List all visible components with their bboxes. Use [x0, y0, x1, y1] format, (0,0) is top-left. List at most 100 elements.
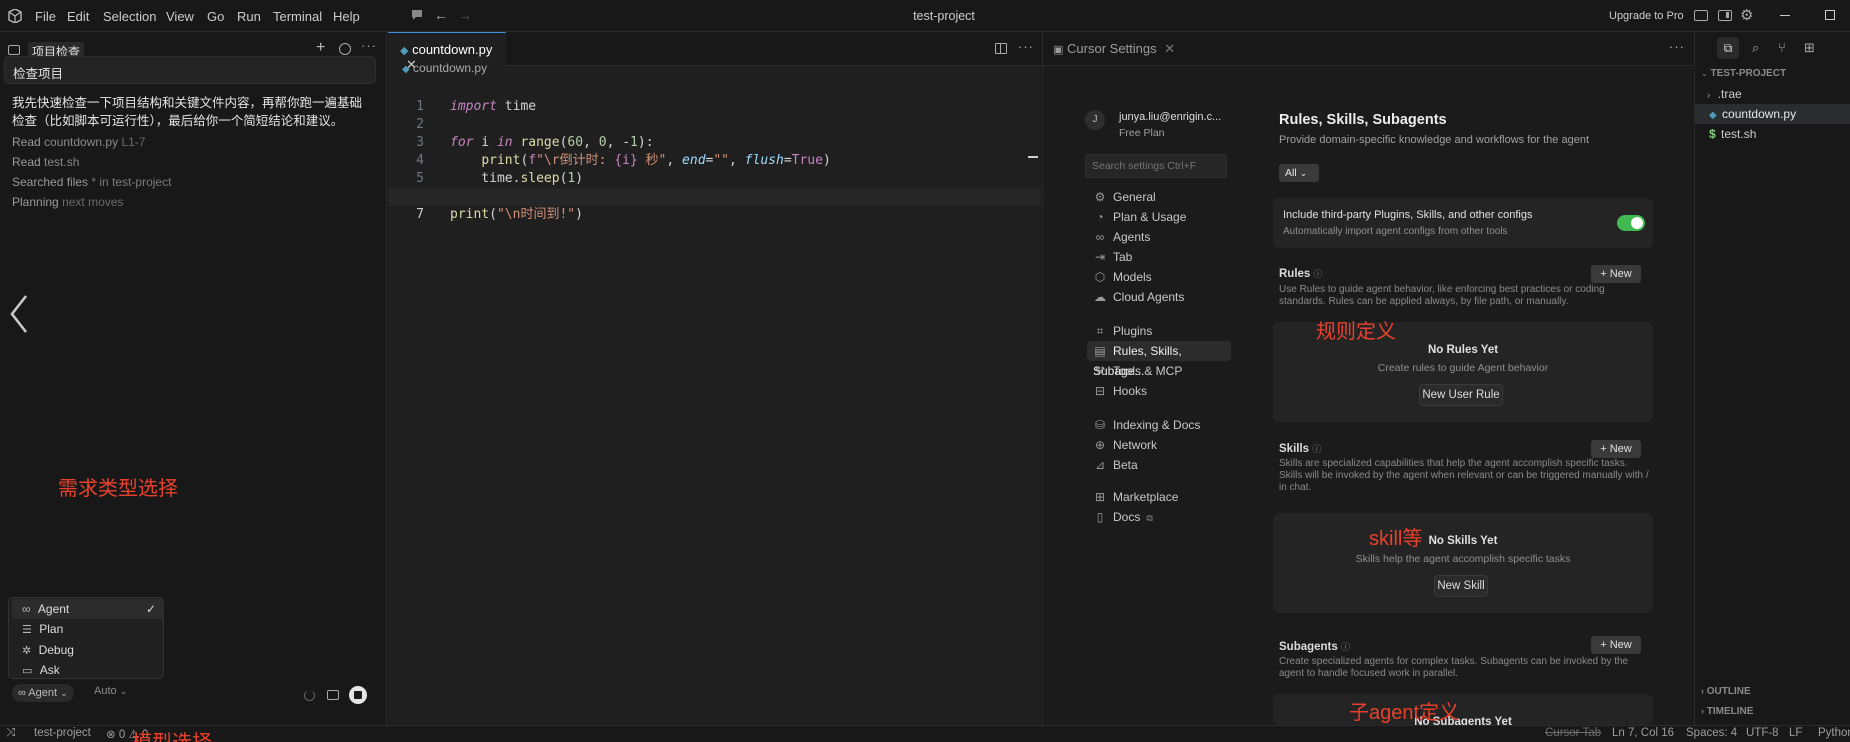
- code-editor: ◆ countdown.py ✕ ··· ◆ countdown.py 1 imp…: [388, 32, 1041, 725]
- chevron-down-icon: ⌄: [1299, 168, 1308, 178]
- more-options-icon[interactable]: ···: [1669, 39, 1685, 54]
- user-plan: Free Plan: [1119, 127, 1165, 139]
- mode-option-debug[interactable]: ✲ Debug: [12, 640, 164, 660]
- python-file-icon: ◆: [1709, 110, 1717, 121]
- settings-gear-icon[interactable]: ⚙: [1740, 6, 1753, 24]
- status-eol[interactable]: LF: [1789, 727, 1802, 739]
- step-planning: Planning next moves: [12, 195, 123, 209]
- search-icon[interactable]: ⌕: [1752, 40, 1759, 56]
- status-position[interactable]: Ln 7, Col 16: [1612, 727, 1674, 739]
- status-project[interactable]: test-project: [34, 727, 91, 739]
- menu-view[interactable]: View: [166, 9, 194, 24]
- beta-icon: ⊿: [1094, 458, 1106, 472]
- remote-icon[interactable]: ⤨: [6, 727, 15, 740]
- avatar: J: [1085, 110, 1105, 130]
- nav-item-plan-usage[interactable]: ◔ Plan & Usage: [1093, 207, 1186, 227]
- new-skill-button[interactable]: + New: [1591, 440, 1641, 458]
- breadcrumb[interactable]: ◆ countdown.py: [402, 61, 487, 75]
- nav-item-beta[interactable]: ⊿ Beta: [1093, 455, 1138, 475]
- minimize-icon[interactable]: [1780, 15, 1790, 16]
- settings-tab-label: Cursor Settings: [1067, 41, 1157, 56]
- code-area[interactable]: 1 import time 2 3 for i in range(60, 0, -1…: [388, 80, 1041, 725]
- third-party-toggle[interactable]: [1617, 215, 1645, 231]
- nav-item-tools-mcp[interactable]: ⚒ Tools & MCP: [1093, 361, 1183, 381]
- mode-option-label: Plan: [39, 622, 64, 636]
- nav-item-marketplace[interactable]: ⊞ Marketplace: [1093, 487, 1178, 507]
- nav-item-general[interactable]: ⚙ General: [1093, 187, 1156, 207]
- chat-bubble-icon[interactable]: [410, 8, 424, 22]
- code-line: 5 time.sleep(1): [416, 171, 584, 186]
- nav-item-agents[interactable]: ∞ Agents: [1093, 227, 1151, 247]
- step-read-test[interactable]: Read test.sh: [12, 155, 79, 169]
- more-options-icon[interactable]: ···: [361, 38, 377, 53]
- close-icon[interactable]: ✕: [1164, 41, 1175, 56]
- outline-section[interactable]: › OUTLINE: [1701, 686, 1751, 697]
- rules-empty-desc: Create rules to guide Agent behavior: [1377, 362, 1549, 374]
- status-encoding[interactable]: UTF-8: [1746, 727, 1779, 739]
- new-user-rule-button[interactable]: New User Rule: [1419, 384, 1503, 406]
- status-cursor-tab[interactable]: Cursor Tab: [1545, 727, 1601, 739]
- nav-item-cloud-agents[interactable]: ☁ Cloud Agents: [1093, 287, 1184, 307]
- menu-file[interactable]: File: [35, 9, 56, 24]
- minimap-slider[interactable]: [1028, 156, 1038, 158]
- plus-icon: +: [1600, 639, 1607, 651]
- timeline-section[interactable]: › TIMELINE: [1701, 706, 1753, 717]
- toggle-sidebar-icon[interactable]: [1718, 10, 1732, 21]
- step-searched-files[interactable]: Searched files * in test-project: [12, 175, 171, 189]
- extensions-icon[interactable]: ⊞: [1804, 40, 1815, 56]
- settings-search-input[interactable]: [1085, 154, 1227, 178]
- status-spaces[interactable]: Spaces: 4: [1686, 727, 1737, 739]
- files-icon[interactable]: ⧉: [1717, 37, 1739, 59]
- model-selector-button[interactable]: Auto ⌄: [94, 685, 127, 697]
- mode-selector-button[interactable]: ∞ Agent ⌄: [12, 684, 74, 702]
- nav-item-hooks[interactable]: ⊟ Hooks: [1093, 381, 1147, 401]
- split-editor-icon[interactable]: [995, 43, 1007, 54]
- user-query-bubble[interactable]: 检查项目: [4, 56, 376, 84]
- menu-go[interactable]: Go: [207, 9, 224, 24]
- third-party-toggle-card: Include third-party Plugins, Skills, and…: [1273, 198, 1653, 248]
- explorer-item-test-sh[interactable]: $ test.sh: [1709, 124, 1756, 144]
- history-icon[interactable]: [339, 43, 351, 55]
- forward-arrow-icon[interactable]: →: [458, 7, 472, 23]
- nav-item-indexing-docs[interactable]: ⛁ Indexing & Docs: [1093, 415, 1200, 435]
- new-chat-icon[interactable]: +: [316, 39, 325, 57]
- source-control-icon[interactable]: ⑂: [1778, 40, 1786, 55]
- image-attach-icon[interactable]: [327, 690, 339, 700]
- filter-dropdown[interactable]: All ⌄: [1279, 164, 1319, 182]
- breadcrumb-file: countdown.py: [413, 61, 488, 75]
- cursor-settings-panel: ▣ Cursor Settings ✕ ··· J junya.liu@enri…: [1042, 32, 1693, 725]
- gear-icon: ⚙: [1094, 190, 1106, 204]
- nav-item-plugins[interactable]: ⌗ Plugins: [1093, 321, 1153, 341]
- stop-button[interactable]: [349, 686, 367, 704]
- status-language[interactable]: Python: [1818, 727, 1850, 739]
- menu-help[interactable]: Help: [333, 9, 360, 24]
- explorer-item-countdown[interactable]: ◆ countdown.py: [1695, 104, 1850, 124]
- upgrade-to-pro-link[interactable]: Upgrade to Pro: [1609, 10, 1684, 22]
- back-arrow-icon[interactable]: ←: [434, 7, 448, 23]
- menu-selection[interactable]: Selection: [103, 9, 156, 24]
- more-options-icon[interactable]: ···: [1018, 39, 1034, 54]
- skills-empty-title: No Skills Yet: [1428, 535, 1498, 547]
- nav-item-network[interactable]: ⊕ Network: [1093, 435, 1157, 455]
- menu-run[interactable]: Run: [237, 9, 261, 24]
- menu-edit[interactable]: Edit: [67, 9, 89, 24]
- toggle-sidebar-icon[interactable]: [8, 45, 20, 55]
- mode-option-agent[interactable]: ∞ Agent ✓: [12, 599, 164, 619]
- project-header[interactable]: ⌄ TEST-PROJECT: [1701, 68, 1786, 79]
- explorer-item-trae[interactable]: › .trae: [1707, 84, 1742, 104]
- menu-terminal[interactable]: Terminal: [273, 9, 322, 24]
- nav-item-rules-skills[interactable]: ▤ Rules, Skills, Subage...: [1087, 341, 1231, 378]
- nav-item-docs[interactable]: ▯ Docs ⧉: [1093, 507, 1153, 527]
- new-subagent-button[interactable]: + New: [1591, 636, 1641, 654]
- new-rule-button[interactable]: + New: [1591, 265, 1641, 283]
- mode-option-plan[interactable]: ☰ Plan: [12, 619, 164, 639]
- step-read-countdown[interactable]: Read countdown.py L1-7: [12, 135, 145, 149]
- collapse-chevron-icon[interactable]: [8, 294, 30, 337]
- new-skill-card-button[interactable]: New Skill: [1434, 575, 1488, 597]
- maximize-icon[interactable]: [1825, 10, 1835, 20]
- mode-option-ask[interactable]: ▭ Ask: [12, 660, 164, 680]
- settings-tab[interactable]: ▣ Cursor Settings ✕: [1043, 32, 1185, 66]
- nav-item-tab[interactable]: ⇥ Tab: [1093, 247, 1132, 267]
- nav-item-models[interactable]: ⬡ Models: [1093, 267, 1152, 287]
- toggle-panel-icon[interactable]: [1694, 10, 1708, 21]
